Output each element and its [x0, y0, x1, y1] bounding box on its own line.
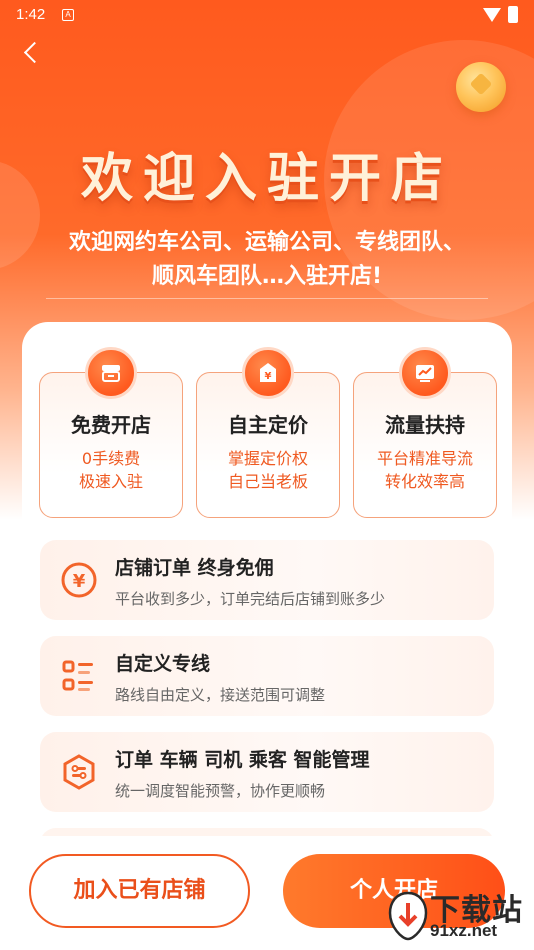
- benefit-row-custom-route[interactable]: 自定义专线 路线自由定义，接送范围可调整: [40, 636, 494, 716]
- join-existing-store-button[interactable]: 加入已有店铺: [29, 854, 250, 928]
- feature-title: 自主定价: [228, 413, 308, 437]
- feature-title: 免费开店: [71, 413, 151, 437]
- benefit-desc: 平台收到多少，订单完结后店铺到账多少: [115, 590, 386, 608]
- price-tag-icon: ¥: [242, 347, 294, 399]
- download-site-logo-icon: [388, 891, 428, 941]
- benefit-row-no-commission[interactable]: ¥ 店铺订单 终身免佣 平台收到多少，订单完结后店铺到账多少: [40, 540, 494, 620]
- page-subtitle: 欢迎网约车公司、运输公司、专线团队、 顺风车团队…入驻开店!: [20, 226, 514, 294]
- watermark: 下载站 91xz.net: [386, 883, 534, 949]
- wifi-icon: [483, 8, 501, 22]
- trend-chart-icon: [399, 347, 451, 399]
- feature-desc-line: 0手续费: [81, 449, 141, 468]
- smart-manage-icon: [63, 754, 95, 790]
- feature-desc-line: 极速入驻: [78, 472, 143, 491]
- back-arrow-icon[interactable]: [18, 38, 48, 68]
- subtitle-line: 顺风车团队…入驻开店!: [151, 264, 383, 289]
- watermark-url: 91xz.net: [430, 921, 498, 940]
- benefit-title: 订单 车辆 司机 乘客 智能管理: [115, 749, 370, 771]
- feature-card-free-open[interactable]: 免费开店 0手续费 极速入驻: [39, 347, 183, 518]
- divider: [46, 298, 488, 299]
- status-bar: 1:42 A: [0, 0, 534, 30]
- coin-icon: [456, 62, 506, 112]
- status-time: 1:42: [16, 6, 46, 23]
- feature-desc: 掌握定价权 自己当老板: [197, 447, 339, 493]
- feature-desc: 平台精准导流 转化效率高: [354, 447, 496, 493]
- feature-desc: 0手续费 极速入驻: [40, 447, 182, 493]
- page-title: 欢迎入驻开店: [80, 149, 453, 209]
- benefit-row-smart-management[interactable]: 订单 车辆 司机 乘客 智能管理 统一调度智能预警，协作更顺畅: [40, 732, 494, 812]
- yuan-coin-icon: ¥: [61, 562, 97, 598]
- notification-a-icon: A: [62, 9, 74, 21]
- feature-desc-line: 掌握定价权: [227, 449, 308, 468]
- feature-desc-line: 转化效率高: [384, 472, 465, 491]
- feature-card-self-pricing[interactable]: ¥ 自主定价 掌握定价权 自己当老板: [196, 347, 340, 518]
- feature-desc-line: 平台精准导流: [376, 449, 473, 468]
- benefit-title: 店铺订单 终身免佣: [115, 557, 274, 579]
- benefit-desc: 统一调度智能预警，协作更顺畅: [115, 782, 326, 800]
- route-list-icon: [62, 660, 93, 691]
- feature-desc-line: 自己当老板: [227, 472, 308, 491]
- feature-title: 流量扶持: [385, 413, 465, 437]
- svg-text:¥: ¥: [73, 571, 86, 592]
- store-icon: [85, 347, 137, 399]
- subtitle-line: 欢迎网约车公司、运输公司、专线团队、: [68, 230, 465, 255]
- benefit-desc: 路线自由定义，接送范围可调整: [115, 686, 326, 704]
- benefit-title: 自定义专线: [115, 653, 211, 675]
- feature-card-traffic-support[interactable]: 流量扶持 平台精准导流 转化效率高: [353, 347, 497, 518]
- svg-text:¥: ¥: [265, 371, 272, 382]
- battery-icon: [508, 6, 518, 23]
